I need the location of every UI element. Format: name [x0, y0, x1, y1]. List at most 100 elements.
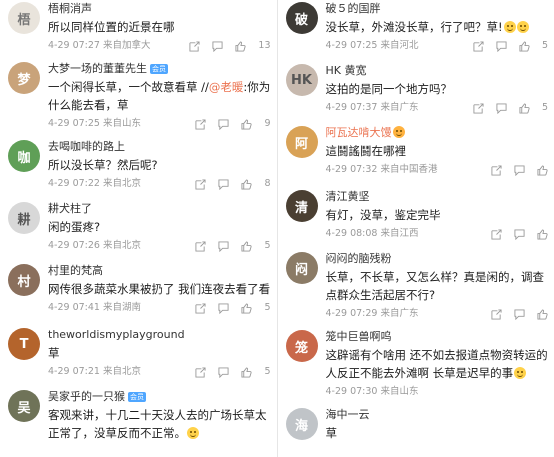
comment-text: 草: [48, 346, 60, 360]
comment-author[interactable]: 大梦一场的董董先生: [48, 62, 147, 75]
like-button[interactable]: 5: [519, 101, 548, 115]
comment-icon[interactable]: [496, 40, 507, 52]
comment-source: 来自广东: [380, 308, 419, 319]
share-icon[interactable]: [195, 240, 206, 252]
like-count: 5: [541, 40, 548, 51]
comment-icon[interactable]: [218, 366, 229, 378]
share-icon[interactable]: [491, 164, 502, 176]
avatar[interactable]: 村: [8, 264, 40, 296]
mention-link[interactable]: @老暖: [209, 80, 244, 94]
avatar[interactable]: 咖: [8, 140, 40, 172]
comment-icon[interactable]: [218, 302, 229, 314]
like-count: 5: [264, 302, 271, 313]
comment-author[interactable]: 吴家乎的一只猴: [48, 390, 125, 403]
thumbs-up-icon: [241, 178, 253, 190]
avatar[interactable]: 吴: [8, 390, 40, 422]
comment-source: 来自中国香港: [380, 164, 438, 175]
comment-time: 4-29 07:29: [325, 308, 378, 319]
share-icon[interactable]: [195, 178, 206, 190]
comment-author[interactable]: 村里的梵高: [48, 264, 103, 277]
comment-meta: 4-29 07:22 来自北京 8: [48, 177, 271, 191]
comment-source: 来自北京: [102, 178, 141, 189]
comment-column-right: 破 破５的国胖 没长草，外滩没长草，行了吧？草! 4-29 07:25 来自河北 …: [278, 0, 554, 457]
thumbs-up-icon: [241, 240, 253, 252]
share-icon[interactable]: [195, 302, 206, 314]
comment-time: 4-29 07:22: [48, 178, 100, 189]
comment-text: 有灯，没草，鉴定完毕: [325, 208, 441, 222]
comment-column-left: 梧 梧桐消声 所以同样位置的近景在哪 4-29 07:27 来自加拿大 13 梦 …: [0, 0, 278, 457]
like-button[interactable]: 5: [241, 239, 271, 253]
comment-text-part: 一个闲得长草，一个故意看草 //: [48, 80, 209, 94]
like-count: 13: [258, 40, 271, 51]
like-button[interactable]: 5: [241, 301, 271, 315]
like-button[interactable]: 13: [235, 39, 271, 53]
avatar[interactable]: 梦: [8, 62, 40, 94]
avatar[interactable]: 破: [285, 2, 318, 34]
comment-author[interactable]: 破５的国胖: [326, 2, 381, 15]
comment-icon[interactable]: [514, 308, 525, 320]
share-icon[interactable]: [473, 40, 484, 52]
like-count: 5: [264, 240, 271, 251]
comment-author[interactable]: 去喝咖啡的路上: [48, 140, 125, 153]
comment-author[interactable]: 海中一云: [326, 408, 370, 421]
comment-author[interactable]: HK 黄宽: [326, 64, 367, 77]
thumbs-up-icon: [519, 102, 530, 114]
comment-source: 来自湖南: [102, 302, 141, 313]
comment-page: 梧 梧桐消声 所以同样位置的近景在哪 4-29 07:27 来自加拿大 13 梦 …: [0, 0, 554, 457]
like-button[interactable]: [537, 164, 548, 176]
comment-icon[interactable]: [496, 102, 507, 114]
comment-time: 4-29 07:32: [325, 164, 378, 175]
comment-icon[interactable]: [218, 240, 229, 252]
share-icon[interactable]: [195, 118, 206, 130]
comment-source: 来自江西: [380, 228, 419, 239]
comment-time: 4-29 07:26: [48, 240, 100, 251]
share-icon[interactable]: [195, 366, 206, 378]
comment-source: 来自北京: [102, 366, 141, 377]
avatar[interactable]: 耕: [8, 202, 40, 234]
thumbs-up-icon: [537, 164, 548, 176]
like-button[interactable]: 8: [241, 177, 271, 191]
avatar[interactable]: HK: [285, 64, 318, 96]
like-button[interactable]: 9: [241, 117, 271, 131]
laughing-emoji-icon: [187, 427, 199, 439]
share-icon[interactable]: [491, 308, 502, 320]
like-button[interactable]: 5: [519, 39, 548, 53]
comment-time: 4-29 07:25: [325, 40, 378, 51]
comment-icon[interactable]: [218, 118, 229, 130]
avatar[interactable]: 阿: [285, 126, 318, 158]
comment-icon[interactable]: [212, 40, 223, 52]
comment-meta: 4-29 07:25 来自山东 9: [48, 117, 271, 131]
avatar[interactable]: 海: [285, 408, 318, 440]
comment-author[interactable]: 耕犬柱了: [48, 202, 92, 215]
comment-text: 没长草，外滩没长草，行了吧？草!: [326, 18, 549, 36]
comment-source: 来自北京: [102, 240, 141, 251]
comment-text: 這鬪謠鬪在哪裡: [325, 144, 407, 158]
like-button[interactable]: [537, 228, 548, 240]
comment-author[interactable]: 阿瓦达啃大馒: [326, 126, 392, 139]
thumbs-up-icon: [241, 118, 253, 130]
comment-icon[interactable]: [218, 178, 229, 190]
comment-author[interactable]: 清江黄坚: [326, 190, 370, 203]
like-count: 9: [264, 118, 271, 129]
avatar[interactable]: 梧: [8, 2, 40, 34]
like-button[interactable]: 5: [241, 365, 271, 379]
comment-time: 4-29 07:21: [48, 366, 100, 377]
comment-icon[interactable]: [514, 228, 525, 240]
like-button[interactable]: [537, 308, 548, 320]
thumbs-up-icon: [537, 228, 548, 240]
avatar[interactable]: T: [8, 328, 40, 360]
comment-author[interactable]: 梧桐消声: [48, 2, 92, 15]
comment-author[interactable]: 闷闷的脑残粉: [326, 252, 392, 265]
share-icon[interactable]: [189, 40, 200, 52]
avatar[interactable]: 闷: [285, 252, 318, 284]
share-icon[interactable]: [491, 228, 502, 240]
comment-icon[interactable]: [514, 164, 525, 176]
avatar[interactable]: 清: [285, 190, 318, 222]
comment-author[interactable]: 笼中巨兽啊呜: [326, 330, 392, 343]
avatar[interactable]: 笼: [285, 330, 318, 362]
comment-author[interactable]: theworldismyplayground: [48, 328, 185, 341]
share-icon[interactable]: [473, 102, 484, 114]
comment-meta: 4-29 07:21 来自北京 5: [48, 365, 271, 379]
comment-meta: 4-29 07:32 来自中国香港: [326, 163, 549, 177]
medal-icon: [392, 126, 405, 138]
